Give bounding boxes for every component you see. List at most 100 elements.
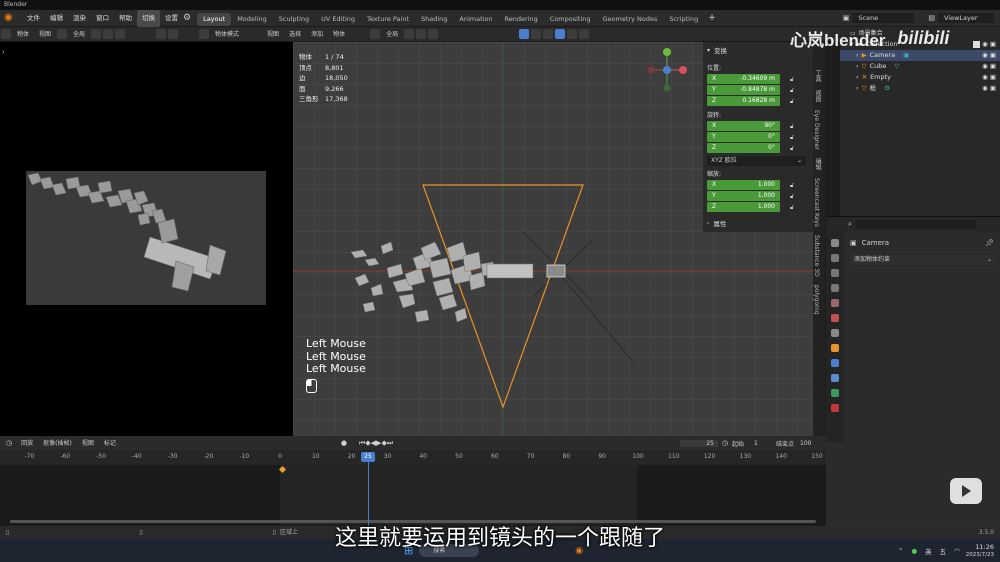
physics-tab-icon[interactable] bbox=[831, 359, 839, 367]
lock-icon[interactable]: 🔓︎ bbox=[790, 123, 794, 131]
tab-shading[interactable]: Shading bbox=[415, 13, 453, 26]
view-layer-tab-icon[interactable] bbox=[831, 284, 839, 292]
output-tab-icon[interactable] bbox=[831, 269, 839, 277]
frame-end-field[interactable]: 100 bbox=[800, 440, 820, 447]
menu-help[interactable]: 帮助 bbox=[114, 10, 137, 27]
timeline-ruler[interactable]: -70 -60 -50 -40 -30 -20 -10 0 10 20 25 30 40 50 60 70 80… bbox=[0, 450, 826, 465]
expand-icon[interactable]: ▾ bbox=[707, 47, 710, 54]
rotation-mode-dropdown[interactable]: XYZ 欧拉 ⌄ bbox=[707, 156, 806, 166]
header-object-menu[interactable]: 物体 bbox=[12, 27, 34, 42]
material-shading-icon[interactable] bbox=[567, 29, 578, 39]
record-icon[interactable]: ● bbox=[341, 439, 347, 447]
rotation-y-field[interactable]: Y 0° bbox=[707, 132, 780, 142]
checkbox-icon[interactable] bbox=[973, 41, 981, 48]
add-constraint-dropdown[interactable]: 添加物体约束 ⌄ bbox=[850, 255, 996, 265]
tab-polygoniq[interactable]: polygoniq bbox=[813, 281, 820, 318]
snap-icon[interactable] bbox=[103, 29, 114, 39]
tab-compositing[interactable]: Compositing bbox=[544, 13, 597, 26]
chevron-right-icon[interactable]: › bbox=[856, 83, 859, 94]
proportional-icon[interactable] bbox=[115, 29, 126, 39]
tab-scripting[interactable]: Scripting bbox=[663, 13, 704, 26]
lock-icon[interactable]: 🔓︎ bbox=[790, 134, 794, 142]
clock-icon[interactable]: ◷ bbox=[722, 439, 728, 447]
lock-icon[interactable]: 🔓︎ bbox=[790, 87, 794, 95]
gear-icon[interactable]: ⚙ bbox=[183, 13, 191, 23]
world-tab-icon[interactable] bbox=[831, 314, 839, 322]
ime-mode[interactable]: 五 bbox=[940, 546, 947, 556]
overlay-icon[interactable] bbox=[156, 29, 167, 39]
scale-x-field[interactable]: X 1.000 bbox=[707, 180, 780, 190]
constraint-tab-icon[interactable] bbox=[831, 374, 839, 382]
wechat-icon[interactable]: ● bbox=[911, 547, 917, 555]
expand-icon[interactable]: › bbox=[707, 220, 709, 227]
shading-icon[interactable] bbox=[168, 29, 179, 39]
snapping-icon[interactable] bbox=[416, 29, 427, 39]
current-frame-field[interactable]: 25 bbox=[679, 439, 718, 447]
location-x-field[interactable]: X -0.34609 m bbox=[707, 74, 780, 84]
tab-uv-editing[interactable]: UV Editing bbox=[315, 13, 361, 26]
outliner-item-gun[interactable]: › ▽ 枪 ⚙ ◉ ▣ bbox=[840, 83, 1000, 94]
eye-icon[interactable]: ◉ bbox=[982, 61, 988, 72]
menu-add[interactable]: 添加 bbox=[306, 27, 328, 42]
lock-icon[interactable]: 🔓︎ bbox=[790, 193, 794, 201]
lock-icon[interactable]: 🔓︎ bbox=[790, 98, 794, 106]
chevron-up-icon[interactable]: ⌃ bbox=[898, 547, 903, 555]
location-y-field[interactable]: Y -0.84878 m bbox=[707, 85, 780, 95]
timeline-menu-marker[interactable]: 标记 bbox=[99, 436, 121, 451]
eye-icon[interactable]: ◉ bbox=[982, 39, 988, 50]
menu-render[interactable]: 渲染 bbox=[68, 10, 91, 27]
menu-view[interactable]: 视图 bbox=[262, 27, 284, 42]
xray-icon[interactable] bbox=[543, 29, 554, 39]
menu-settings[interactable]: 设置 bbox=[160, 10, 183, 27]
tab-animation[interactable]: Animation bbox=[453, 13, 498, 26]
tab-rendering[interactable]: Rendering bbox=[499, 13, 544, 26]
data-tab-icon[interactable] bbox=[831, 389, 839, 397]
proportional-edit-icon[interactable] bbox=[428, 29, 439, 39]
blender-logo-icon[interactable]: ◉ bbox=[4, 11, 18, 25]
camera-visibility-icon[interactable]: ▣ bbox=[990, 83, 996, 94]
add-workspace-button[interactable]: + bbox=[708, 13, 716, 23]
outliner-item-camera[interactable]: › ▶ Camera ▣ ◉ ▣ bbox=[840, 50, 1000, 61]
object-mode-selector[interactable]: 物体模式 bbox=[210, 27, 262, 42]
camera-visibility-icon[interactable]: ▣ bbox=[990, 39, 996, 50]
rendered-shading-icon[interactable] bbox=[579, 29, 590, 39]
wifi-icon[interactable]: ◠ bbox=[954, 547, 960, 555]
view-layer-selector[interactable]: ViewLayer bbox=[938, 13, 994, 23]
tab-geometry-nodes[interactable]: Geometry Nodes bbox=[597, 13, 664, 26]
menu-object[interactable]: 物体 bbox=[328, 27, 350, 42]
object-tab-icon[interactable] bbox=[831, 344, 839, 352]
eye-icon[interactable]: ◉ bbox=[982, 83, 988, 94]
timeline-menu-keying[interactable]: 抠像(插帧) bbox=[38, 436, 77, 451]
tab-tool[interactable]: 工具 bbox=[813, 66, 822, 86]
tab-view[interactable]: 视图 bbox=[813, 86, 822, 106]
tab-edit[interactable]: 编辑 bbox=[813, 154, 822, 174]
lock-icon[interactable]: 🔓︎ bbox=[790, 76, 794, 84]
playhead-line[interactable] bbox=[368, 452, 369, 526]
rotation-x-field[interactable]: X 90° bbox=[707, 121, 780, 131]
scale-z-field[interactable]: Z 1.000 bbox=[707, 202, 780, 212]
header-view-menu[interactable]: 视图 bbox=[34, 27, 56, 42]
camera-visibility-icon[interactable]: ▣ bbox=[990, 50, 996, 61]
timeline-menu-playback[interactable]: 回放 bbox=[16, 436, 38, 451]
scene-tab-icon[interactable] bbox=[831, 299, 839, 307]
header-orientation[interactable]: 全局 bbox=[68, 27, 90, 42]
properties-search-input[interactable] bbox=[855, 219, 976, 229]
camera-visibility-icon[interactable]: ▣ bbox=[990, 72, 996, 83]
menu-select[interactable]: 选择 bbox=[284, 27, 306, 42]
eye-icon[interactable]: ◉ bbox=[982, 50, 988, 61]
playhead-frame-indicator[interactable]: 25 bbox=[361, 452, 375, 462]
solid-shading-icon[interactable] bbox=[555, 29, 566, 39]
scene-selector[interactable]: Scene bbox=[852, 13, 915, 23]
eye-icon[interactable]: ◉ bbox=[982, 72, 988, 83]
visibility-icon[interactable] bbox=[531, 29, 542, 39]
pivot-icon[interactable] bbox=[91, 29, 102, 39]
transform-orientation[interactable]: 全局 bbox=[381, 27, 403, 42]
outliner-item-empty[interactable]: › ✕ Empty ◉ ▣ bbox=[840, 72, 1000, 83]
location-z-field[interactable]: Z 0.16828 m bbox=[707, 96, 780, 106]
jump-end-icon[interactable]: ⏭ bbox=[387, 439, 393, 448]
lock-icon[interactable]: 🔓︎ bbox=[790, 145, 794, 153]
tab-substance-3d[interactable]: Substance 3D bbox=[813, 231, 820, 281]
timeline-keyframes[interactable] bbox=[0, 465, 826, 525]
texture-tab-icon[interactable] bbox=[831, 404, 839, 412]
frame-start-field[interactable]: 1 bbox=[754, 440, 776, 447]
